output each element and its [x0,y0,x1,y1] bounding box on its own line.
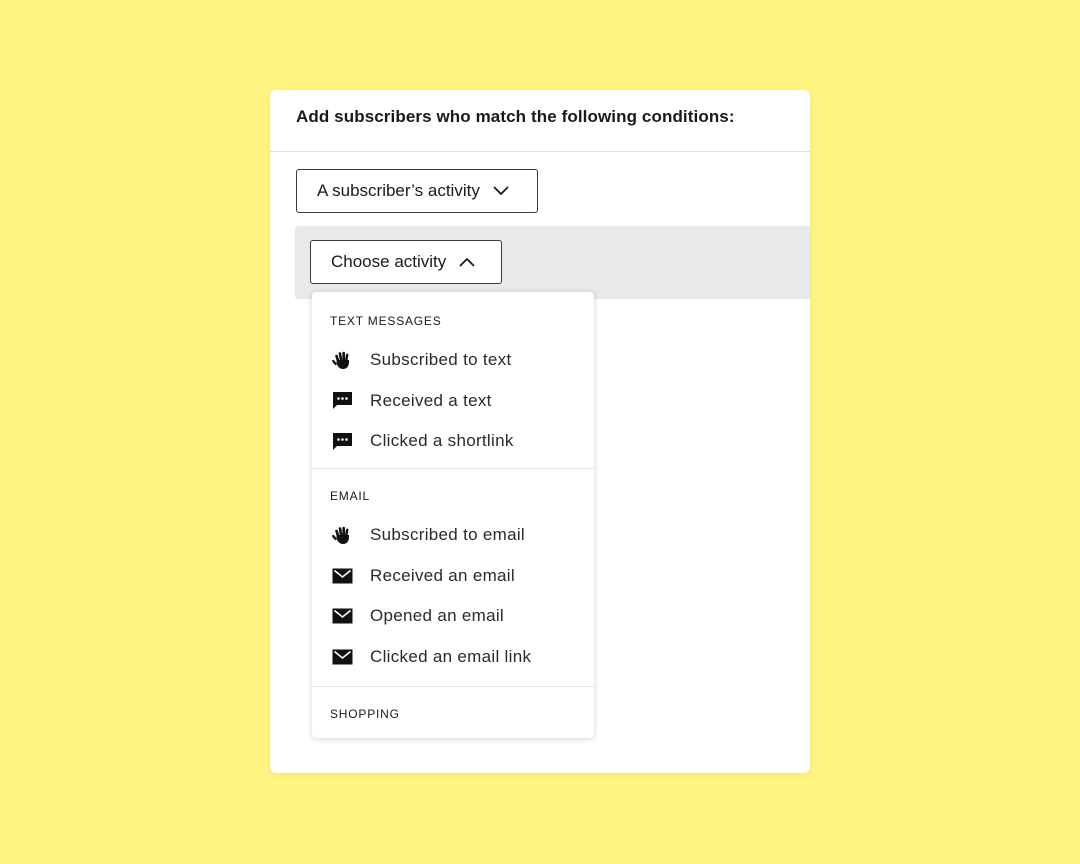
hand-wave-icon [331,349,353,371]
envelope-icon [331,646,353,668]
menu-item-label: Received an email [370,565,515,585]
menu-item-label: Subscribed to email [370,525,525,545]
condition-type-dropdown[interactable]: A subscriber’s activity [296,169,538,213]
section-heading: EMAIL [330,489,371,503]
menu-item-label: Clicked a shortlink [370,431,514,451]
menu-section-shopping: SHOPPING [312,687,594,722]
condition-row: Choose activity [295,226,810,299]
chevron-down-icon [492,182,510,200]
choose-activity-dropdown[interactable]: Choose activity [310,240,502,284]
menu-item-label: Subscribed to text [370,350,512,370]
card-header: Add subscribers who match the following … [270,90,810,152]
menu-item-label: Opened an email [370,606,504,626]
section-heading: SHOPPING [330,707,400,721]
menu-item-received-a-text[interactable]: Received a text [312,381,594,422]
menu-item-clicked-an-email-link[interactable]: Clicked an email link [312,637,594,678]
menu-item-subscribed-to-text[interactable]: Subscribed to text [312,340,594,381]
choose-activity-label: Choose activity [331,252,447,271]
condition-type-label: A subscriber’s activity [317,181,480,200]
menu-item-clicked-a-shortlink[interactable]: Clicked a shortlink [312,421,594,462]
menu-item-subscribed-to-email[interactable]: Subscribed to email [312,515,594,556]
section-heading: TEXT MESSAGES [330,314,442,328]
activity-menu: TEXT MESSAGES Subscribed to text Receive… [312,292,594,738]
menu-section-email: EMAIL Subscribed to email Received an em… [312,469,594,687]
chevron-up-icon [458,253,476,271]
menu-item-received-an-email[interactable]: Received an email [312,556,594,597]
chat-bubble-icon [331,430,353,452]
envelope-icon [331,565,353,587]
menu-item-label: Clicked an email link [370,646,532,666]
menu-section-text-messages: TEXT MESSAGES Subscribed to text Receive… [312,292,594,469]
card-title: Add subscribers who match the following … [296,107,735,126]
menu-item-opened-an-email[interactable]: Opened an email [312,596,594,637]
hand-wave-icon [331,524,353,546]
menu-item-label: Received a text [370,390,492,410]
chat-bubble-icon [331,390,353,412]
envelope-icon [331,605,353,627]
